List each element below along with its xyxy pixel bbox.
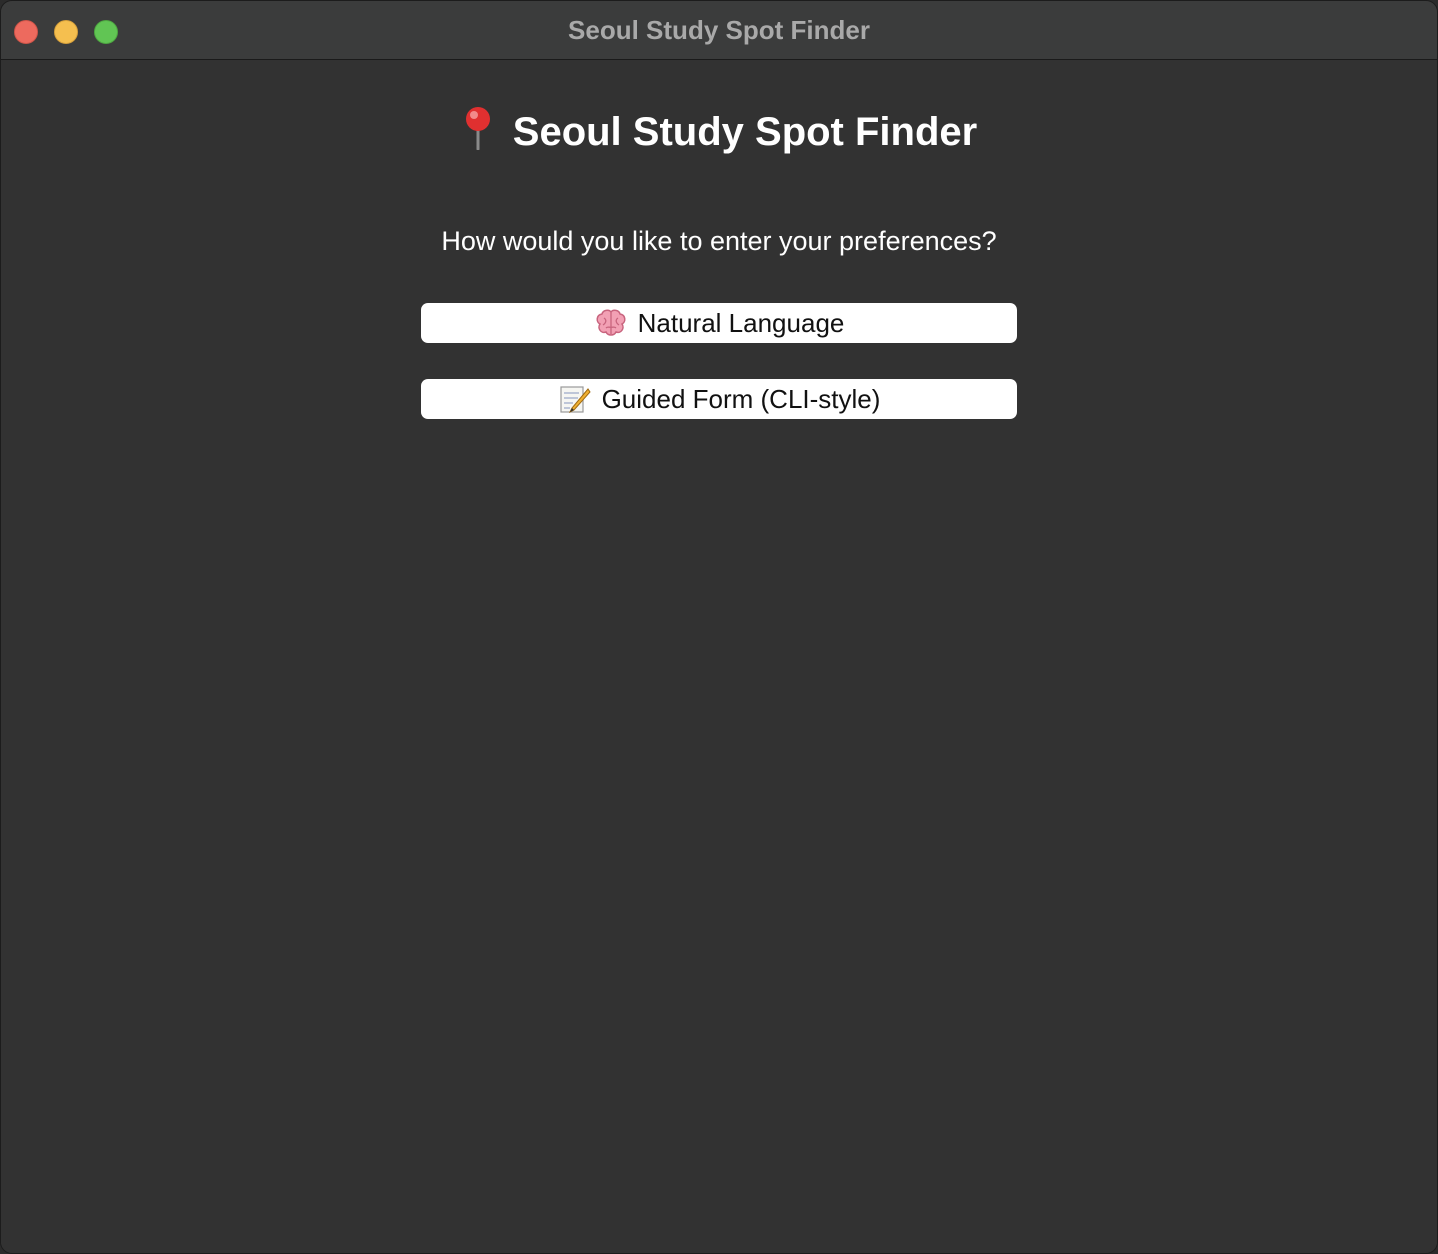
pushpin-icon <box>465 107 490 151</box>
preference-prompt: How would you like to enter your prefere… <box>441 226 997 256</box>
page-heading: Seoul Study Spot Finder <box>1 104 1437 160</box>
app-window: Seoul Study Spot Finder Seoul Study Spot… <box>0 0 1438 1254</box>
guided-form-button[interactable]: Guided Form (CLI-style) <box>421 379 1017 419</box>
natural-language-button[interactable]: Natural Language <box>421 303 1017 343</box>
natural-language-label: Natural Language <box>637 308 845 338</box>
page-title: Seoul Study Spot Finder <box>512 110 978 154</box>
brain-icon <box>596 309 626 336</box>
window-title: Seoul Study Spot Finder <box>568 15 870 45</box>
guided-form-label: Guided Form (CLI-style) <box>601 384 881 414</box>
memo-pencil-icon <box>559 386 591 414</box>
title-bar[interactable]: Seoul Study Spot Finder <box>1 1 1437 60</box>
main-content: Seoul Study Spot Finder How would you li… <box>1 60 1437 1253</box>
